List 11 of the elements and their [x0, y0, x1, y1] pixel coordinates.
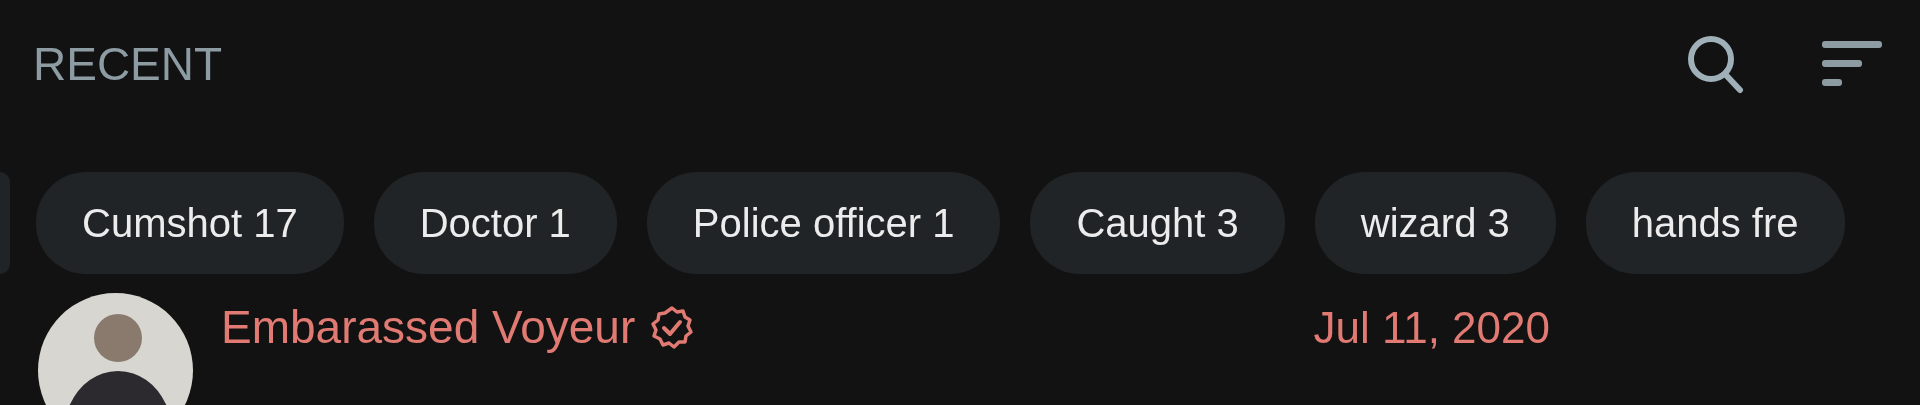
tag-chip[interactable]: Police officer 1 — [646, 172, 1001, 274]
author-name[interactable]: Embarassed Voyeur — [221, 293, 636, 362]
tag-chip[interactable]: Caught 3 — [1030, 172, 1285, 274]
post-date: Jul 11, 2020 — [1313, 301, 1550, 354]
tag-chip[interactable]: Cumshot 17 — [36, 172, 344, 274]
tag-chip[interactable]: Doctor 1 — [373, 172, 617, 274]
filter-icon[interactable] — [1822, 41, 1882, 87]
tag-chip[interactable]: wizard 3 — [1314, 172, 1556, 274]
section-title: RECENT — [33, 36, 223, 92]
tag-chip[interactable]: hands fre — [1585, 172, 1845, 274]
search-icon[interactable] — [1686, 34, 1744, 94]
